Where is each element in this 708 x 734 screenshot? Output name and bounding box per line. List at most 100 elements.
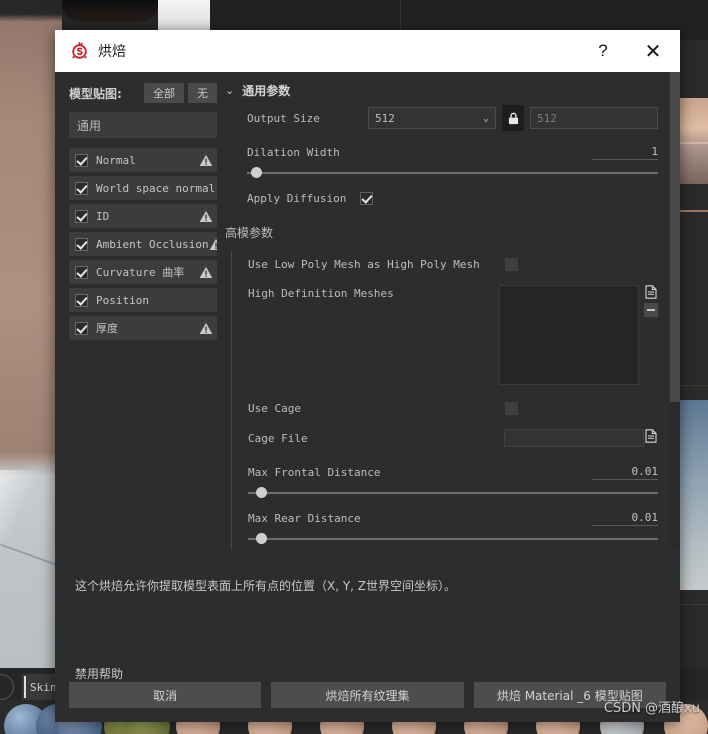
bake-dialog: 烘焙 ? ✕ 模型贴图: 全部 无 通用 Normal World space n…	[55, 30, 680, 722]
parameters-scrollbar-thumb[interactable]	[670, 72, 680, 402]
dialog-footer: 取消 烘焙所有纹理集 烘焙 Material _6 模型贴图	[55, 682, 680, 722]
max-frontal-distance-row: Max Frontal Distance 0.01	[248, 459, 658, 485]
hd-remove-mesh-button[interactable]	[644, 303, 658, 317]
slider-track	[248, 492, 658, 494]
shelf-circle-icon	[0, 674, 14, 700]
high-definition-meshes-row: High Definition Meshes	[248, 285, 658, 385]
select-none-button[interactable]: 无	[188, 83, 217, 103]
slider-knob[interactable]	[255, 487, 267, 498]
chevron-down-icon: ⌄	[225, 85, 235, 97]
max-frontal-distance-label: Max Frontal Distance	[248, 465, 381, 479]
parameters-scrollbar-track[interactable]	[670, 72, 680, 550]
mesh-map-label: Curvature 曲率	[96, 266, 185, 279]
output-size-lock-button[interactable]	[502, 105, 524, 131]
document-add-icon	[645, 285, 657, 299]
close-button[interactable]: ✕	[626, 30, 680, 72]
dilation-width-label: Dilation Width	[247, 145, 340, 159]
cage-file-input[interactable]	[504, 429, 644, 447]
highpoly-section-header: 高模参数	[225, 219, 658, 245]
common-parameters-section-header[interactable]: ⌄ 通用参数	[225, 82, 658, 99]
dialog-title: 烘焙	[98, 44, 126, 60]
mesh-map-item[interactable]: Ambient Occlusion	[69, 232, 222, 256]
use-low-as-high-checkbox[interactable]	[505, 257, 518, 271]
mesh-map-label: Normal	[96, 153, 136, 167]
parameters-panel: ⌄ 通用参数 Output Size 512 ⌄ 512 Dilation Wi…	[217, 72, 680, 561]
cancel-button[interactable]: 取消	[69, 682, 262, 708]
high-definition-meshes-label: High Definition Meshes	[248, 287, 394, 300]
mesh-maps-search-input[interactable]: 通用	[69, 112, 217, 138]
slider-knob[interactable]	[255, 533, 267, 544]
dilation-width-row: Dilation Width 1	[225, 139, 658, 165]
dialog-body: 模型贴图: 全部 无 通用 Normal World space normal ID…	[55, 72, 680, 561]
max-rear-distance-value[interactable]: 0.01	[592, 511, 658, 526]
mesh-map-item[interactable]: Normal	[69, 148, 217, 172]
mesh-map-label: 厚度	[96, 322, 118, 335]
mesh-map-label: World space normal	[96, 181, 216, 195]
warning-icon[interactable]	[199, 154, 213, 167]
document-icon	[645, 429, 657, 443]
mesh-map-item[interactable]: World space normal	[69, 176, 217, 200]
high-definition-meshes-listbox[interactable]	[499, 285, 639, 385]
dialog-titlebar[interactable]: 烘焙 ? ✕	[55, 30, 680, 72]
mesh-map-checkbox[interactable]	[75, 293, 88, 307]
slider-knob[interactable]	[251, 167, 262, 178]
right-dock-thumbnail-1[interactable]	[678, 98, 708, 184]
max-rear-distance-slider[interactable]	[248, 533, 658, 545]
cage-file-browse-button[interactable]	[644, 429, 658, 443]
mesh-map-checkbox[interactable]	[75, 321, 88, 335]
dilation-width-slider[interactable]	[247, 167, 658, 179]
viewport-3d-model[interactable]	[0, 0, 78, 668]
mesh-map-checkbox[interactable]	[75, 153, 88, 167]
max-frontal-distance-value[interactable]: 0.01	[592, 465, 658, 480]
use-cage-checkbox[interactable]	[505, 401, 518, 415]
disable-help-link[interactable]: 禁用帮助	[55, 665, 680, 682]
apply-diffusion-label: Apply Diffusion	[247, 191, 347, 205]
mesh-maps-header: 模型贴图: 全部 无	[69, 83, 217, 103]
search-input-value: 通用	[77, 118, 102, 133]
help-button[interactable]: ?	[580, 30, 626, 72]
mesh-map-item[interactable]: ID	[69, 204, 217, 228]
apply-diffusion-checkbox[interactable]	[360, 191, 374, 205]
chevron-down-icon: ⌄	[482, 112, 489, 124]
hd-meshes-controls	[499, 285, 658, 385]
parameters-scroll-area: ⌄ 通用参数 Output Size 512 ⌄ 512 Dilation Wi…	[217, 72, 680, 550]
bake-description: 这个烘焙允许你提取模型表面上所有点的位置（X, Y, Z世界空间坐标）。	[75, 579, 457, 593]
warning-icon[interactable]	[199, 266, 213, 279]
use-low-as-high-label: Use Low Poly Mesh as High Poly Mesh	[248, 257, 480, 271]
substance-painter-logo-icon	[69, 41, 90, 62]
output-size-select[interactable]: 512 ⌄	[368, 107, 496, 129]
use-cage-label: Use Cage	[248, 401, 301, 415]
dilation-width-value[interactable]: 1	[592, 145, 658, 160]
mesh-map-checkbox[interactable]	[75, 209, 88, 223]
watermark: CSDN @酒酿xu	[603, 701, 700, 716]
slider-track	[247, 172, 658, 174]
cage-file-controls	[504, 429, 658, 447]
cage-file-row: Cage File	[248, 425, 658, 451]
mesh-map-checkbox[interactable]	[75, 237, 88, 251]
hd-add-mesh-button[interactable]	[644, 285, 658, 299]
use-low-as-high-row: Use Low Poly Mesh as High Poly Mesh	[248, 251, 658, 277]
mesh-map-checkbox[interactable]	[75, 181, 88, 195]
warning-icon[interactable]	[199, 322, 213, 335]
cage-file-label: Cage File	[248, 431, 308, 445]
max-frontal-distance-slider[interactable]	[248, 487, 658, 499]
common-parameters-title: 通用参数	[242, 84, 291, 98]
bake-all-texture-sets-button[interactable]: 烘焙所有纹理集	[271, 682, 464, 708]
mesh-maps-panel: 模型贴图: 全部 无 通用 Normal World space normal ID…	[55, 72, 222, 561]
output-size-row: Output Size 512 ⌄ 512	[225, 105, 658, 131]
hd-meshes-buttons	[644, 285, 658, 321]
warning-icon[interactable]	[199, 210, 213, 223]
apply-diffusion-row: Apply Diffusion	[225, 185, 658, 211]
select-all-button[interactable]: 全部	[144, 83, 184, 103]
mesh-map-checkbox[interactable]	[75, 265, 88, 279]
slider-track	[248, 538, 658, 540]
output-size-height-input[interactable]: 512	[530, 107, 658, 129]
mesh-map-item[interactable]: Curvature 曲率	[69, 260, 217, 284]
highpoly-subsection: Use Low Poly Mesh as High Poly Mesh High…	[231, 251, 658, 550]
mesh-map-label: Position	[96, 293, 149, 307]
max-rear-distance-label: Max Rear Distance	[248, 511, 361, 525]
mesh-map-item[interactable]: Position	[69, 288, 217, 312]
mesh-map-item[interactable]: 厚度	[69, 316, 217, 340]
max-rear-distance-row: Max Rear Distance 0.01	[248, 505, 658, 531]
use-cage-row: Use Cage	[248, 395, 658, 421]
